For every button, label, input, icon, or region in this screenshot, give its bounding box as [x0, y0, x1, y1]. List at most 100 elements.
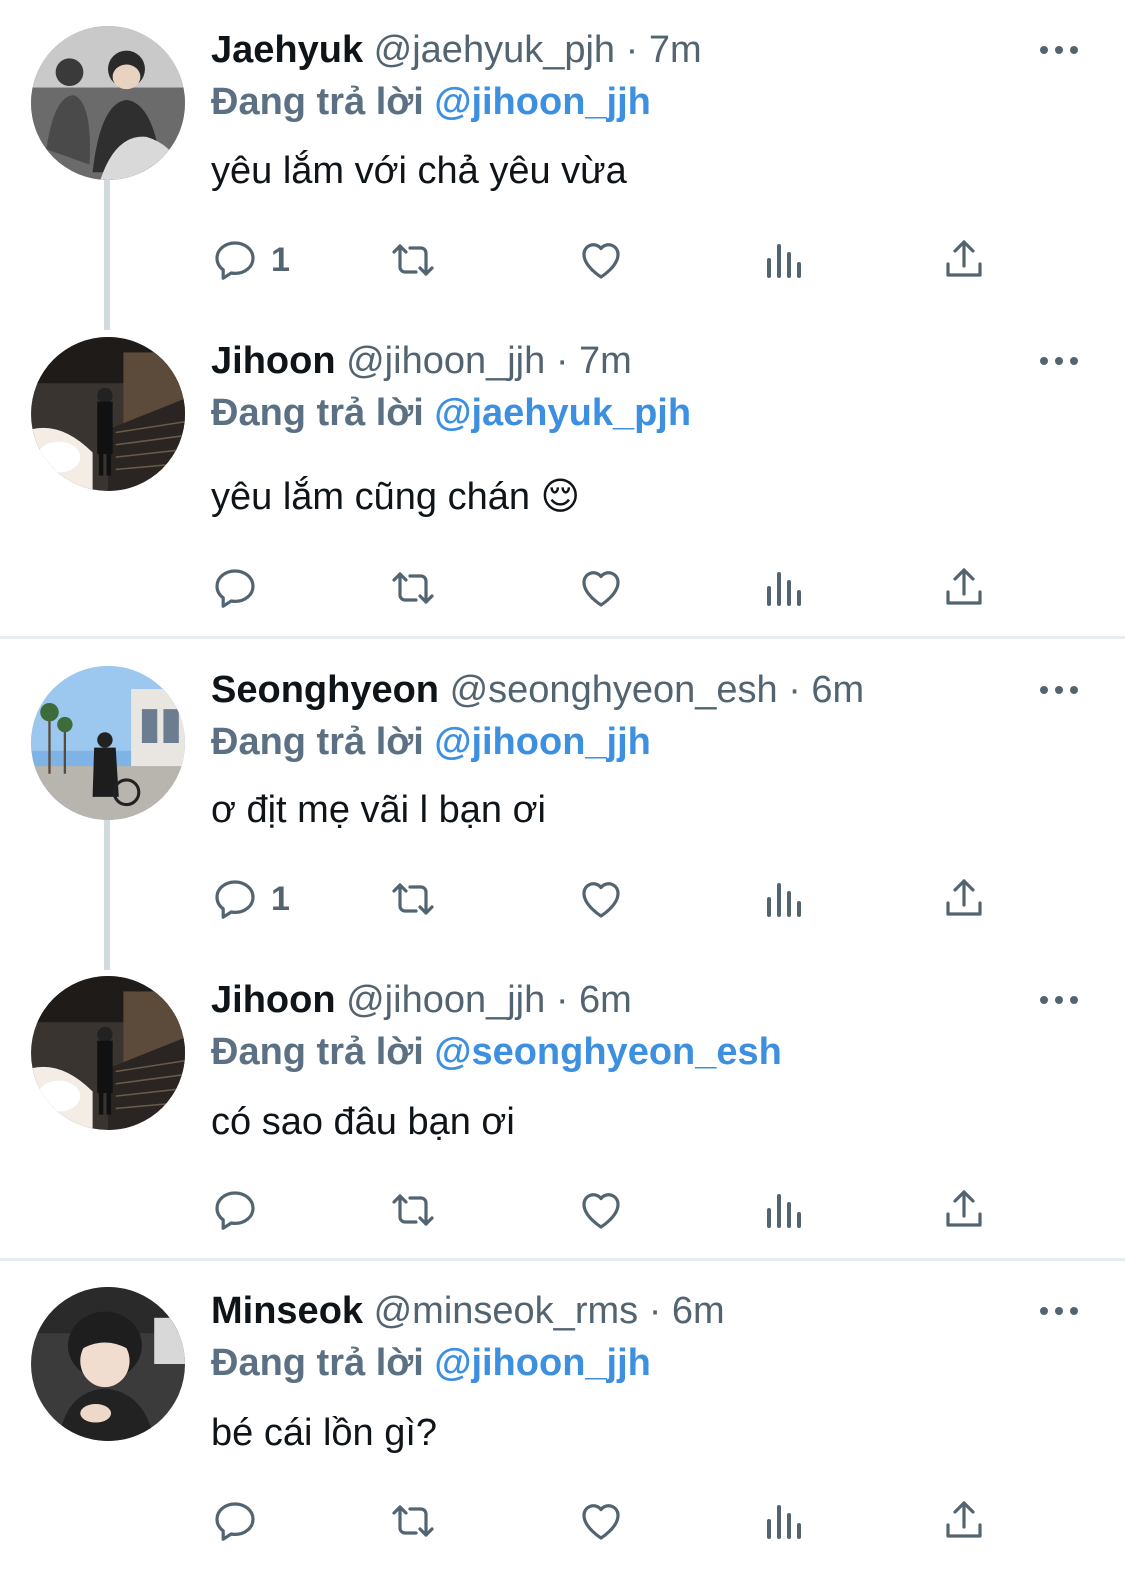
share-button[interactable]	[940, 563, 988, 613]
tweet-4[interactable]: Jihoon @jihoon_jjh · 6m Đang trả lời @se…	[0, 950, 1125, 1258]
replying-to-link[interactable]: @jihoon_jjh	[434, 721, 650, 763]
share-icon	[940, 1497, 988, 1545]
retweet-button[interactable]	[389, 235, 437, 285]
heart-icon	[577, 236, 625, 284]
retweet-button[interactable]	[389, 1496, 437, 1546]
retweet-icon	[389, 236, 437, 284]
replying-to: Đang trả lời @jihoon_jjh	[211, 80, 651, 124]
replying-to-link[interactable]: @jaehyuk_pjh	[434, 392, 691, 434]
heart-icon	[577, 1497, 625, 1545]
divider	[0, 636, 1125, 639]
views-button[interactable]	[759, 1496, 807, 1546]
like-button[interactable]	[577, 235, 625, 285]
timestamp[interactable]: 6m	[672, 1290, 725, 1332]
avatar[interactable]	[31, 26, 185, 180]
replying-label: Đang trả lời	[211, 1342, 424, 1384]
reply-button[interactable]	[211, 563, 271, 613]
reply-icon	[211, 875, 259, 923]
more-icon[interactable]	[1038, 351, 1080, 371]
more-icon[interactable]	[1038, 990, 1080, 1010]
tweet-1[interactable]: Jaehyuk @jaehyuk_pjh · 7m Đang trả lời @…	[0, 0, 1125, 330]
author-handle[interactable]: @minseok_rms	[374, 1290, 639, 1332]
reply-button[interactable]: 1	[211, 874, 290, 924]
author-handle[interactable]: @jihoon_jjh	[346, 979, 545, 1021]
share-icon	[940, 564, 988, 612]
replying-to-link[interactable]: @jihoon_jjh	[434, 1342, 650, 1384]
retweet-icon	[389, 875, 437, 923]
timestamp[interactable]: 7m	[579, 340, 632, 382]
reply-icon	[211, 1497, 259, 1545]
timestamp[interactable]: 6m	[811, 669, 864, 711]
author-name[interactable]: Minseok	[211, 1290, 363, 1332]
thread-line	[104, 820, 110, 970]
share-button[interactable]	[940, 1496, 988, 1546]
replying-to: Đang trả lời @seonghyeon_esh	[211, 1030, 782, 1074]
more-icon[interactable]	[1038, 680, 1080, 700]
share-icon	[940, 1186, 988, 1234]
timestamp[interactable]: 6m	[579, 979, 632, 1021]
tweet-text: có sao đâu bạn ơi	[211, 1101, 515, 1143]
tweet-header: Jaehyuk @jaehyuk_pjh · 7m	[211, 28, 702, 72]
retweet-icon	[389, 1186, 437, 1234]
tweet-5[interactable]: Minseok @minseok_rms · 6m Đang trả lời @…	[0, 1261, 1125, 1573]
heart-icon	[577, 564, 625, 612]
views-button[interactable]	[759, 235, 807, 285]
heart-icon	[577, 875, 625, 923]
reply-icon	[211, 564, 259, 612]
like-button[interactable]	[577, 1496, 625, 1546]
author-name[interactable]: Seonghyeon	[211, 669, 439, 711]
share-button[interactable]	[940, 235, 988, 285]
timestamp[interactable]: 7m	[649, 29, 702, 71]
avatar[interactable]	[31, 337, 185, 491]
action-bar: 1	[211, 874, 1011, 924]
share-icon	[940, 875, 988, 923]
avatar[interactable]	[31, 1287, 185, 1441]
views-button[interactable]	[759, 1185, 807, 1235]
replying-label: Đang trả lời	[211, 721, 424, 763]
tweet-text: ơ địt mẹ vãi l bạn ơi	[211, 789, 546, 831]
replying-to-link[interactable]: @jihoon_jjh	[434, 81, 650, 123]
share-icon	[940, 236, 988, 284]
author-name[interactable]: Jihoon	[211, 979, 336, 1021]
like-button[interactable]	[577, 874, 625, 924]
analytics-icon	[759, 875, 807, 923]
retweet-button[interactable]	[389, 563, 437, 613]
analytics-icon	[759, 564, 807, 612]
tweet-2[interactable]: Jihoon @jihoon_jjh · 7m Đang trả lời @ja…	[0, 311, 1125, 636]
like-button[interactable]	[577, 563, 625, 613]
replying-to: Đang trả lời @jaehyuk_pjh	[211, 391, 691, 435]
separator: ·	[555, 979, 569, 1021]
reply-icon	[211, 1186, 259, 1234]
tweet-3[interactable]: Seonghyeon @seonghyeon_esh · 6m Đang trả…	[0, 640, 1125, 970]
reply-button[interactable]: 1	[211, 235, 290, 285]
author-handle[interactable]: @jihoon_jjh	[346, 340, 545, 382]
views-button[interactable]	[759, 563, 807, 613]
avatar[interactable]	[31, 666, 185, 820]
replying-to-link[interactable]: @seonghyeon_esh	[434, 1031, 781, 1073]
reply-button[interactable]	[211, 1185, 271, 1235]
retweet-button[interactable]	[389, 1185, 437, 1235]
analytics-icon	[759, 1186, 807, 1234]
more-icon[interactable]	[1038, 40, 1080, 60]
separator: ·	[625, 29, 639, 71]
tweet-header: Seonghyeon @seonghyeon_esh · 6m	[211, 668, 864, 712]
avatar[interactable]	[31, 976, 185, 1130]
tweet-header: Minseok @minseok_rms · 6m	[211, 1289, 725, 1333]
share-button[interactable]	[940, 874, 988, 924]
reply-button[interactable]	[211, 1496, 271, 1546]
author-name[interactable]: Jihoon	[211, 340, 336, 382]
share-button[interactable]	[940, 1185, 988, 1235]
author-handle[interactable]: @jaehyuk_pjh	[374, 29, 615, 71]
views-button[interactable]	[759, 874, 807, 924]
like-button[interactable]	[577, 1185, 625, 1235]
retweet-icon	[389, 564, 437, 612]
tweet-text: yêu lắm với chả yêu vừa	[211, 150, 627, 192]
analytics-icon	[759, 1497, 807, 1545]
retweet-button[interactable]	[389, 874, 437, 924]
more-icon[interactable]	[1038, 1301, 1080, 1321]
author-name[interactable]: Jaehyuk	[211, 29, 363, 71]
author-handle[interactable]: @seonghyeon_esh	[450, 669, 778, 711]
separator: ·	[555, 340, 569, 382]
tweet-text: bé cái lồn gì?	[211, 1412, 438, 1454]
reply-count: 1	[271, 879, 290, 918]
